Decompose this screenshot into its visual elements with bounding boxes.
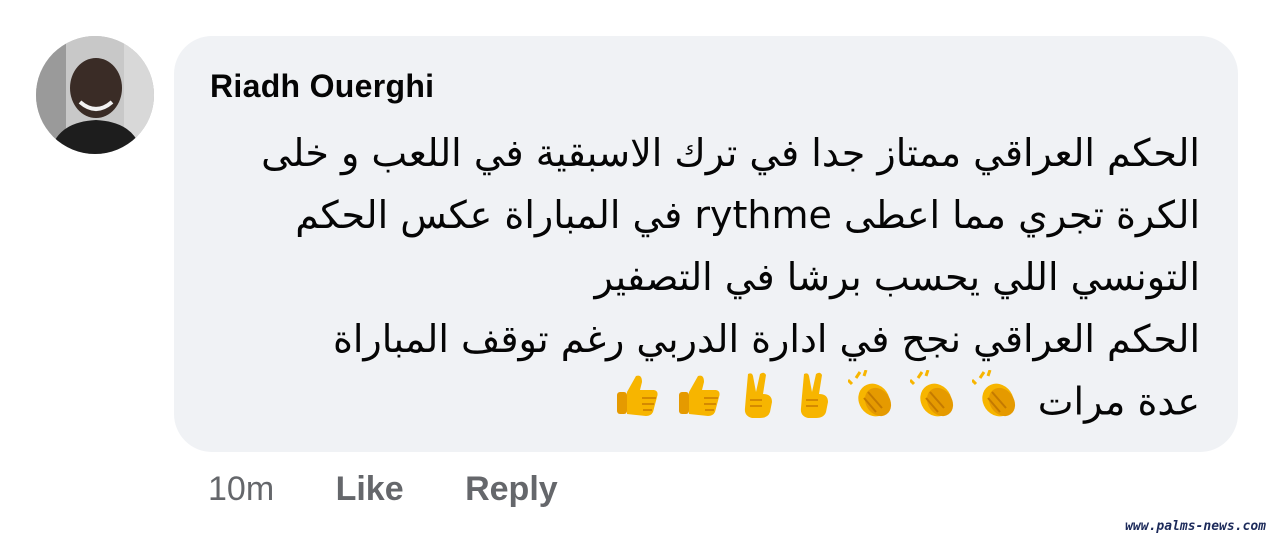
clapping-hands-icon	[908, 369, 960, 438]
thumbs-up-icon	[674, 370, 724, 438]
victory-hand-icon	[736, 370, 780, 438]
comment-bubble: Riadh Ouerghi الحكم العراقي ممتاز جدا في…	[174, 36, 1238, 452]
comment-line: الحكم العراقي نجح في ادارة الدربي رغم تو…	[332, 317, 1200, 361]
watermark: www.palms-news.com	[1125, 519, 1266, 534]
comment-line: التونسي اللي يحسب برشا في التصفير	[594, 255, 1201, 299]
author-name[interactable]: Riadh Ouerghi	[210, 68, 434, 105]
comment-line: عدة مرات	[1037, 379, 1200, 424]
comment-line: الحكم العراقي ممتاز جدا في ترك الاسبقية …	[261, 131, 1200, 175]
comment-last-line: عدة مرات	[200, 369, 1200, 438]
comment-actions: 10m Like Reply	[208, 470, 558, 509]
clapping-hands-icon	[846, 369, 898, 438]
profile-photo	[36, 36, 154, 154]
comment-line: الكرة تجري مما اعطى rythme في المباراة ع…	[295, 193, 1200, 237]
emoji-row	[606, 369, 1028, 438]
avatar[interactable]	[36, 36, 154, 154]
timestamp[interactable]: 10m	[208, 470, 274, 509]
clapping-hands-icon	[970, 369, 1022, 438]
reply-button[interactable]: Reply	[465, 470, 558, 509]
like-button[interactable]: Like	[336, 470, 404, 509]
comment-text: الحكم العراقي ممتاز جدا في ترك الاسبقية …	[200, 122, 1200, 438]
victory-hand-icon	[792, 370, 836, 438]
thumbs-up-icon	[612, 370, 662, 438]
